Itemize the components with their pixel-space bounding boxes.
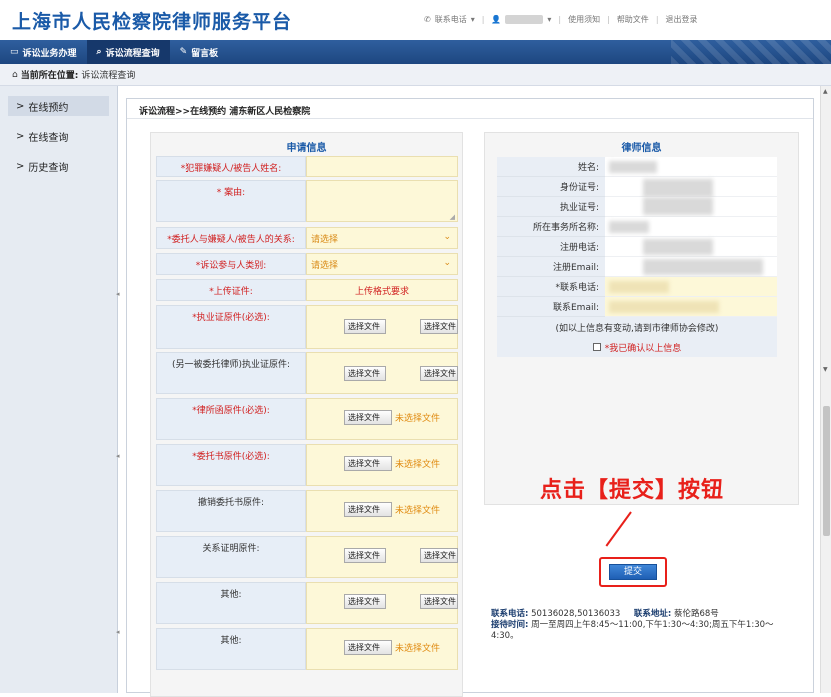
lawyer-info-note: (如以上信息有变动,请到市律师协会修改) — [497, 317, 777, 337]
participant-select[interactable]: 请选择 ⌄ — [306, 253, 458, 275]
nav-decoration — [671, 40, 831, 64]
help-docs-link[interactable]: 帮助文件 — [617, 14, 649, 25]
suspect-name-input[interactable] — [306, 156, 458, 177]
choose-file-button[interactable]: 选择文件 — [344, 502, 392, 517]
resize-grip-icon: ◢ — [449, 213, 455, 221]
sidebar-item-history[interactable]: > 历史查询 — [8, 156, 109, 176]
lawyer-field-firm: 所在事务所名称: — [497, 217, 777, 237]
row-license: *执业证原件(必选): 选择文件 选择文件 — [156, 305, 458, 349]
sidebar-toggle-handle[interactable]: ◂ — [116, 628, 121, 636]
submit-highlight: 提交 — [599, 557, 667, 587]
lawyer-field-contact-phone: *联系电话: — [497, 277, 777, 297]
case-reason-textarea[interactable]: ◢ — [306, 180, 458, 222]
page-title: 诉讼流程>>在线预约 浦东新区人民检察院 — [127, 99, 813, 119]
row-power-of-attorney: *委托书原件(必选): 选择文件 未选择文件 — [156, 444, 458, 486]
lawyer-field-contact-email: 联系Email: — [497, 297, 777, 317]
choose-file-button[interactable]: 选择文件 — [344, 410, 392, 425]
nav-message-board[interactable]: ✎ 留言板 — [170, 40, 229, 64]
choose-file-button[interactable]: 选择文件 — [420, 594, 458, 609]
scroll-up-icon[interactable]: ▲ — [823, 88, 828, 95]
row-revoke: 撤销委托书原件: 选择文件 未选择文件 — [156, 490, 458, 532]
phone-icon: ✆ — [424, 15, 431, 24]
no-file-text: 未选择文件 — [395, 460, 441, 470]
phone-dropdown[interactable]: 联系电话 — [435, 14, 467, 25]
chevron-right-icon: > — [16, 160, 25, 172]
row-upload: *上传证件: 上传格式要求 — [156, 279, 458, 301]
choose-file-button[interactable]: 选择文件 — [420, 319, 458, 334]
scrollbar-thumb[interactable] — [823, 406, 830, 536]
row-case-reason: * 案由: ◢ — [156, 180, 458, 222]
sidebar: > 在线预约 > 在线查询 > 历史查询 — [0, 86, 118, 693]
application-panel: 申请信息 *犯罪嫌疑人/被告人姓名: * 案由: ◢ *委托人与嫌疑人/被告人的… — [150, 132, 463, 697]
chevron-down-icon: ▾ — [547, 15, 552, 24]
lawyer-field-phone: 注册电话: — [497, 237, 777, 257]
row-suspect-name: *犯罪嫌疑人/被告人姓名: — [156, 156, 458, 177]
lawyer-field-email: 注册Email: — [497, 257, 777, 277]
nav-business[interactable]: ▭ 诉讼业务办理 — [0, 40, 87, 64]
contact-info: 联系电话: 50136028,50136033 联系地址: 蔡伦路68号 接待时… — [491, 609, 774, 641]
row-other-license: (另一被委托律师)执业证原件: 选择文件 选择文件 — [156, 352, 458, 394]
main-content: 诉讼流程>>在线预约 浦东新区人民检察院 申请信息 *犯罪嫌疑人/被告人姓名: … — [126, 98, 814, 697]
main-nav: ▭ 诉讼业务办理 ⌕ 诉讼流程查询 ✎ 留言板 — [0, 40, 831, 64]
annotation-text: 点击【提交】按钮 — [540, 478, 725, 503]
user-icon: 👤 — [491, 15, 502, 24]
chevron-right-icon: > — [16, 130, 25, 142]
choose-file-button[interactable]: 选择文件 — [344, 548, 386, 563]
chevron-down-icon: ⌄ — [443, 232, 451, 242]
breadcrumb: ⌂ 当前所在位置: 诉讼流程查询 — [0, 64, 831, 86]
chevron-right-icon: > — [16, 100, 25, 112]
application-title: 申请信息 — [286, 143, 327, 154]
lawyer-field-id: 身份证号: — [497, 177, 777, 197]
chevron-down-icon: ⌄ — [443, 258, 451, 268]
choose-file-button[interactable]: 选择文件 — [420, 366, 458, 381]
page-scrollbar[interactable]: ▲ ▼ — [820, 86, 831, 693]
choose-file-button[interactable]: 选择文件 — [344, 640, 392, 655]
sidebar-toggle-handle[interactable]: ◂ — [116, 452, 121, 460]
row-other-1: 其他: 选择文件 选择文件 — [156, 582, 458, 624]
row-relation-proof: 关系证明原件: 选择文件 选择文件 — [156, 536, 458, 578]
sidebar-item-online-booking[interactable]: > 在线预约 — [8, 96, 109, 116]
lawyer-title: 律师信息 — [621, 143, 662, 154]
search-icon: ⌕ — [96, 47, 102, 57]
choose-file-button[interactable]: 选择文件 — [420, 548, 458, 563]
row-participant: *诉讼参与人类别: 请选择 ⌄ — [156, 253, 458, 275]
home-icon: ⌂ — [12, 69, 18, 80]
logout-link[interactable]: 退出登录 — [666, 14, 698, 25]
submit-button[interactable]: 提交 — [609, 564, 657, 580]
relation-select[interactable]: 请选择 ⌄ — [306, 227, 458, 249]
row-relation: *委托人与嫌疑人/被告人的关系: 请选择 ⌄ — [156, 227, 458, 249]
choose-file-button[interactable]: 选择文件 — [344, 594, 386, 609]
choose-file-button[interactable]: 选择文件 — [344, 366, 386, 381]
upload-format-link[interactable]: 上传格式要求 — [306, 279, 458, 301]
top-links: ✆ 联系电话 ▾ | 👤 ▾ | 使用须知 | 帮助文件 | 退出登录 — [424, 14, 698, 25]
sidebar-toggle-handle[interactable]: ◂ — [116, 290, 121, 298]
nav-process-query[interactable]: ⌕ 诉讼流程查询 — [86, 40, 170, 64]
chevron-down-icon: ▾ — [470, 15, 475, 24]
row-firm-letter: *律所函原件(必选): 选择文件 未选择文件 — [156, 398, 458, 440]
choose-file-button[interactable]: 选择文件 — [344, 319, 386, 334]
help-link[interactable]: 使用须知 — [568, 14, 600, 25]
no-file-text: 未选择文件 — [395, 644, 441, 654]
lawyer-field-license: 执业证号: — [497, 197, 777, 217]
row-other-2: 其他: 选择文件 未选择文件 — [156, 628, 458, 670]
site-title: 上海市人民检察院律师服务平台 — [12, 11, 293, 33]
lawyer-panel: 律师信息 姓名: 身份证号: 执业证号: 所在事务所名称: 注册电话: 注册Em… — [484, 132, 799, 505]
lawyer-field-name: 姓名: — [497, 157, 777, 177]
choose-file-button[interactable]: 选择文件 — [344, 456, 392, 471]
sidebar-item-online-query[interactable]: > 在线查询 — [8, 126, 109, 146]
confirm-row: *我已确认以上信息 — [497, 337, 777, 357]
no-file-text: 未选择文件 — [395, 414, 441, 424]
monitor-icon: ▭ — [10, 47, 19, 57]
pen-icon: ✎ — [179, 47, 188, 57]
scroll-down-icon[interactable]: ▼ — [823, 366, 828, 373]
header: 上海市人民检察院律师服务平台 ✆ 联系电话 ▾ | 👤 ▾ | 使用须知 | 帮助文… — [0, 0, 831, 40]
no-file-text: 未选择文件 — [395, 506, 441, 516]
confirm-checkbox[interactable] — [592, 343, 601, 351]
user-name-blurred[interactable] — [505, 15, 544, 24]
